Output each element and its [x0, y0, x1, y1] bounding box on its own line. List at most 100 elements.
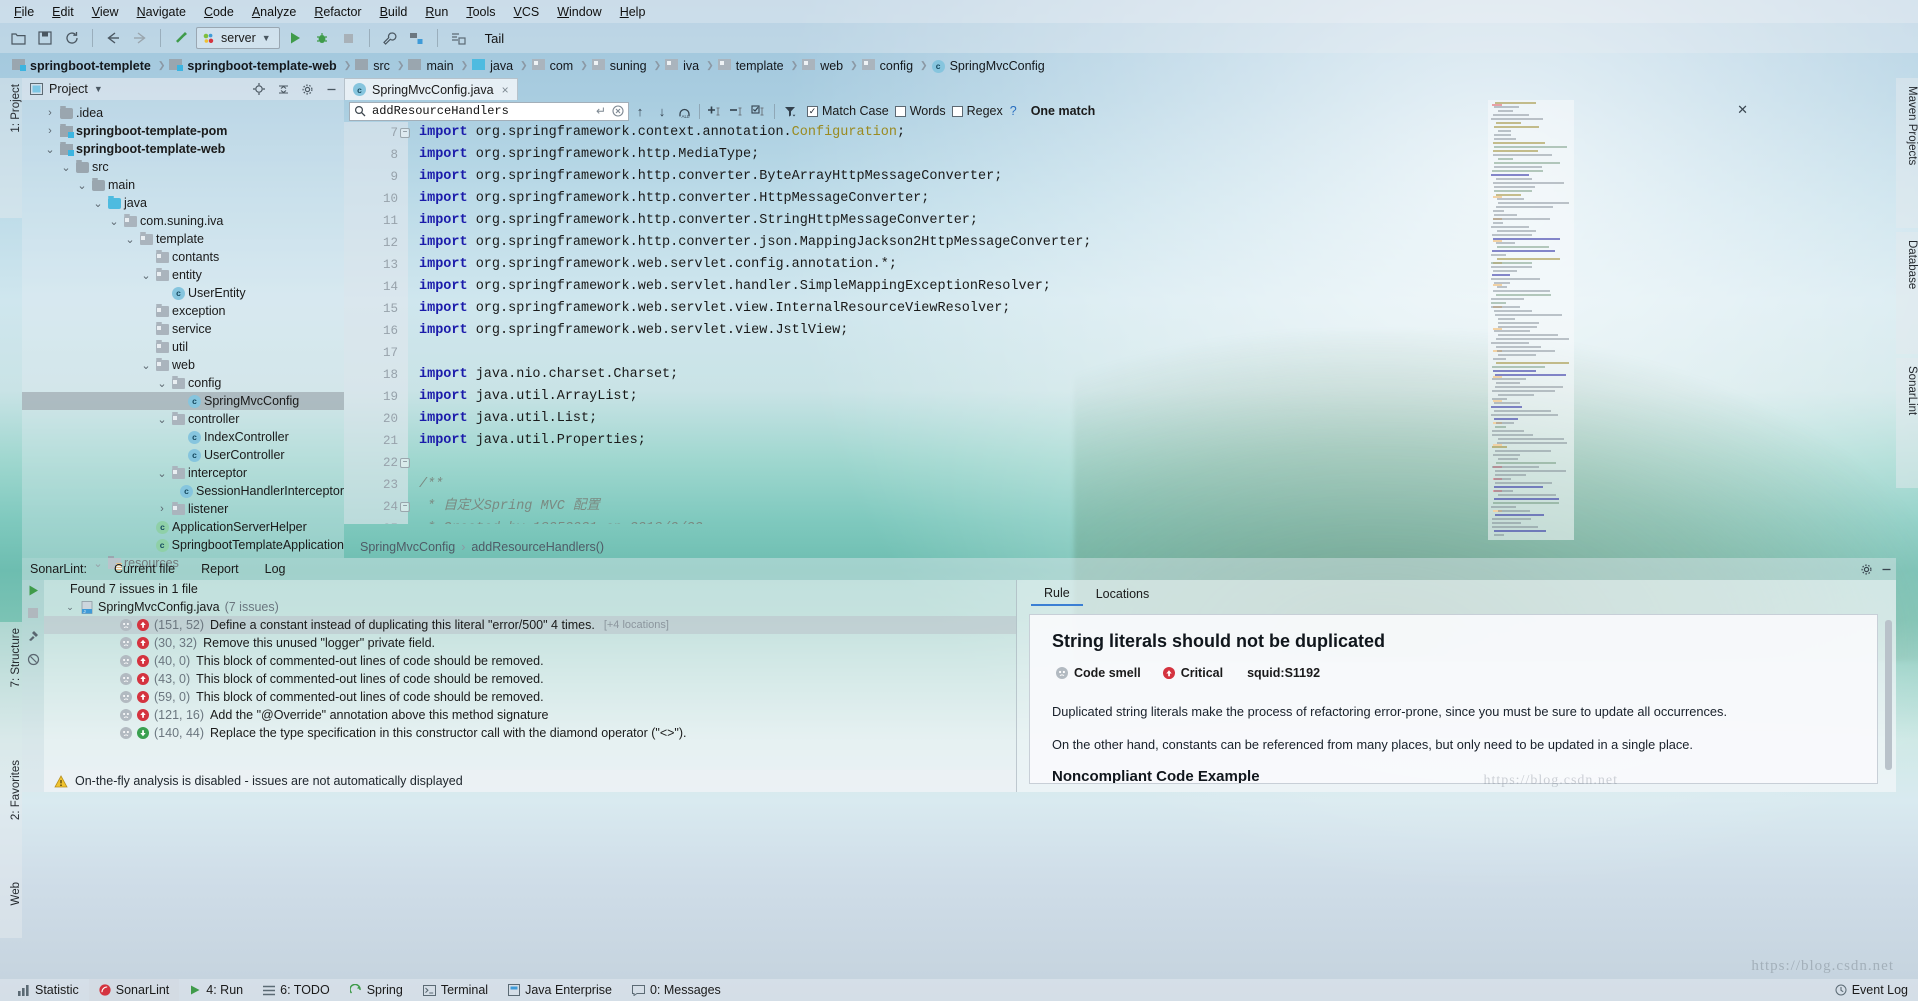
tree-node-applicationserverhelper[interactable]: c ApplicationServerHelper — [22, 518, 344, 536]
regex-help-icon[interactable]: ? — [1010, 104, 1017, 118]
status-bar-item-spring[interactable]: Spring — [340, 979, 413, 1001]
issue-row[interactable]: (140, 44) Replace the type specification … — [44, 724, 1016, 742]
search-icon[interactable] — [354, 105, 366, 117]
hide-panel-icon[interactable] — [322, 80, 340, 98]
tree-node-springboottemplateapplication[interactable]: c SpringbootTemplateApplication — [22, 536, 344, 554]
sync-icon[interactable] — [60, 27, 84, 49]
tool-window-button-project[interactable]: 1: Project — [0, 78, 22, 218]
code-line[interactable]: import org.springframework.http.converte… — [419, 232, 1091, 254]
chevron-down-icon[interactable]: ▼ — [94, 84, 103, 94]
tree-node-main[interactable]: ⌄ main — [22, 176, 344, 194]
tab-locations[interactable]: Locations — [1083, 582, 1163, 606]
chevron-down-icon[interactable]: ⌄ — [60, 161, 72, 174]
save-icon[interactable] — [33, 27, 57, 49]
forward-arrow-icon[interactable] — [128, 27, 152, 49]
breadcrumb-item-com[interactable]: com — [528, 53, 581, 78]
open-folder-icon[interactable] — [6, 27, 30, 49]
tool-window-button-sonarlint[interactable]: SonarLint — [1896, 358, 1918, 488]
breadcrumb-item-springmvcconfig[interactable]: c SpringMvcConfig — [928, 53, 1052, 78]
gear-icon[interactable] — [298, 80, 316, 98]
chevron-down-icon[interactable]: ⌄ — [64, 602, 76, 613]
status-bar-item-java-enterprise[interactable]: Java Enterprise — [498, 979, 622, 1001]
project-structure-icon[interactable] — [405, 27, 429, 49]
menu-item-help[interactable]: Help — [612, 3, 654, 21]
select-all-occurrences-icon[interactable]: ALL — [673, 101, 695, 121]
search-input[interactable]: addResourceHandlers ↵ — [349, 101, 629, 121]
menu-item-navigate[interactable]: Navigate — [129, 3, 194, 21]
issue-row[interactable]: (43, 0) This block of commented-out lines… — [44, 670, 1016, 688]
tree-node-sessionhandlerinterceptor[interactable]: c SessionHandlerInterceptor — [22, 482, 344, 500]
tab-log[interactable]: Log — [252, 558, 299, 580]
chevron-right-icon[interactable]: › — [44, 107, 56, 119]
issue-row[interactable]: (151, 52) Define a constant instead of du… — [44, 616, 1016, 634]
update-icon[interactable] — [446, 27, 470, 49]
tool-window-button-structure[interactable]: 7: Structure — [0, 622, 22, 754]
menu-item-view[interactable]: View — [84, 3, 127, 21]
tree-node-util[interactable]: util — [22, 338, 344, 356]
regex-check-box[interactable] — [951, 105, 963, 117]
menu-item-code[interactable]: Code — [196, 3, 242, 21]
code-line[interactable]: * 自定义Spring MVC 配置 — [419, 496, 1091, 518]
code-line[interactable]: import org.springframework.http.MediaTyp… — [419, 144, 1091, 166]
status-bar-item-event-log[interactable]: Event Log — [1825, 979, 1918, 1001]
match-case-checkbox[interactable]: ✓ Match Case — [807, 104, 889, 118]
menu-item-refactor[interactable]: Refactor — [306, 3, 369, 21]
status-bar-item-terminal[interactable]: Terminal — [413, 979, 498, 1001]
menu-item-file[interactable]: File — [6, 3, 42, 21]
code-fold-marker[interactable]: − — [400, 128, 410, 138]
menu-item-build[interactable]: Build — [372, 3, 416, 21]
breadcrumb-item-web[interactable]: web — [798, 53, 850, 78]
issue-locations[interactable]: [+4 locations] — [604, 619, 669, 631]
build-hammer-icon[interactable] — [169, 27, 193, 49]
chevron-down-icon[interactable]: ⌄ — [76, 179, 88, 192]
settings-wrench-icon[interactable] — [378, 27, 402, 49]
chevron-down-icon[interactable]: ⌄ — [140, 269, 152, 282]
chevron-down-icon[interactable]: ⌄ — [92, 197, 104, 210]
clean-icon[interactable] — [26, 629, 40, 643]
project-tree[interactable]: › .idea › springboot-template-pom ⌄ springboo… — [22, 100, 344, 572]
code-line[interactable]: import org.springframework.http.converte… — [419, 188, 1091, 210]
code-fold-marker-3[interactable]: − — [400, 502, 410, 512]
filter-icon[interactable] — [779, 101, 801, 121]
stop-icon[interactable] — [27, 607, 39, 619]
code-line[interactable] — [419, 342, 1091, 364]
tool-window-button-maven[interactable]: Maven Projects — [1896, 78, 1918, 228]
code-line[interactable]: import org.springframework.web.servlet.v… — [419, 320, 1091, 342]
tool-window-button-database[interactable]: Database — [1896, 232, 1918, 354]
code-line[interactable]: import java.nio.charset.Charset; — [419, 364, 1091, 386]
chevron-down-icon[interactable]: ⌄ — [108, 215, 120, 228]
menu-item-analyze[interactable]: Analyze — [244, 3, 304, 21]
code-line[interactable]: import org.springframework.web.servlet.h… — [419, 276, 1091, 298]
code-line[interactable]: import org.springframework.web.servlet.c… — [419, 254, 1091, 276]
chevron-down-icon[interactable]: ⌄ — [156, 377, 168, 390]
sonarlint-issue-list[interactable]: Found 7 issues in 1 file ⌄ J SpringMvcCo… — [44, 580, 1016, 792]
status-bar-item-statistic[interactable]: Statistic — [8, 979, 89, 1001]
chevron-right-icon[interactable]: › — [156, 503, 168, 515]
tool-window-button-web[interactable]: Web — [0, 876, 22, 938]
status-bar-item-0-messages[interactable]: 0: Messages — [622, 979, 731, 1001]
tree-node-springmvcconfig[interactable]: c SpringMvcConfig — [22, 392, 344, 410]
code-line[interactable]: import java.util.List; — [419, 408, 1091, 430]
run-icon[interactable] — [283, 27, 307, 49]
code-line[interactable]: import org.springframework.context.annot… — [419, 122, 1091, 144]
tree-node-src[interactable]: ⌄ src — [22, 158, 344, 176]
run-configuration-selector[interactable]: server ▼ — [196, 27, 280, 49]
minimize-icon[interactable] — [1876, 559, 1896, 579]
issue-row[interactable]: (59, 0) This block of commented-out lines… — [44, 688, 1016, 706]
chevron-right-icon[interactable]: › — [44, 125, 56, 137]
breadcrumb-item-template[interactable]: template — [714, 53, 791, 78]
code-line[interactable] — [419, 452, 1091, 474]
clear-icon[interactable] — [612, 105, 624, 117]
issue-file-row[interactable]: ⌄ J SpringMvcConfig.java (7 issues) — [44, 598, 1016, 616]
editor-minimap[interactable] — [1488, 100, 1574, 540]
code-line[interactable]: * Created by 18052931 on 2018/9/22 — [419, 518, 1091, 524]
back-arrow-icon[interactable] — [101, 27, 125, 49]
code-line[interactable]: import org.springframework.http.converte… — [419, 166, 1091, 188]
code-line[interactable]: import org.springframework.web.servlet.v… — [419, 298, 1091, 320]
tree-node-springboot-template-pom[interactable]: › springboot-template-pom — [22, 122, 344, 140]
tree-node-exception[interactable]: exception — [22, 302, 344, 320]
menu-item-window[interactable]: Window — [549, 3, 609, 21]
chevron-down-icon[interactable]: ⌄ — [156, 413, 168, 426]
tab-current-file[interactable]: Current file — [101, 558, 188, 580]
close-find-icon[interactable]: ✕ — [1737, 102, 1748, 118]
